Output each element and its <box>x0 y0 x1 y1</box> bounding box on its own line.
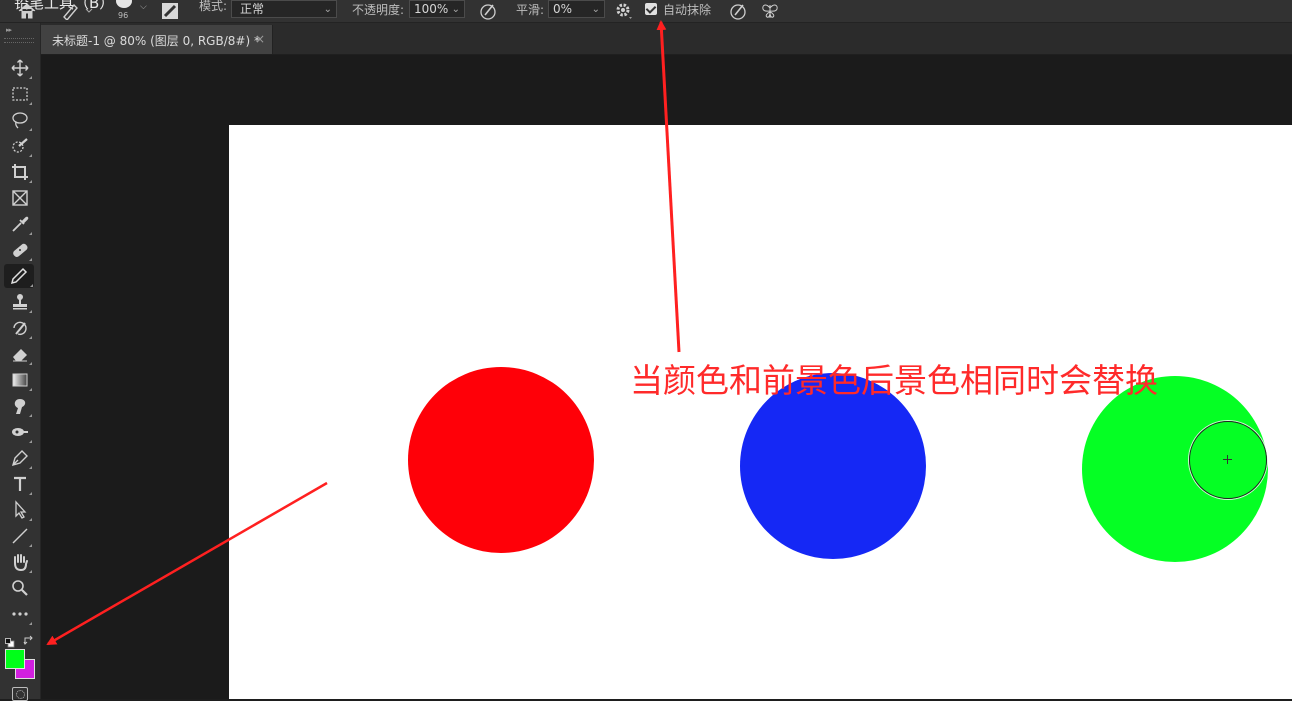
zoom-tool[interactable] <box>7 576 33 600</box>
crop-tool[interactable] <box>7 160 33 184</box>
color-swatches <box>3 631 37 681</box>
brush-settings-icon[interactable] <box>160 1 180 21</box>
pencil-tool[interactable] <box>4 264 34 288</box>
opacity-input[interactable]: 100% ⌄ <box>409 0 465 18</box>
pressure-opacity-icon[interactable] <box>478 1 498 21</box>
smoothing-input[interactable]: 0% ⌄ <box>548 0 605 18</box>
smoothing-value: 0% <box>553 2 573 16</box>
line-tool[interactable] <box>7 524 33 548</box>
eraser-tool[interactable] <box>7 342 33 366</box>
stamp-icon <box>13 294 27 310</box>
dodge-tool[interactable] <box>7 420 33 444</box>
brush-tip-icon <box>116 0 132 8</box>
close-icon[interactable]: × <box>255 32 265 46</box>
collapse-panel-icon[interactable]: ▸▸ <box>6 26 12 34</box>
quick-select-icon <box>12 138 28 153</box>
document-tab-bar: 未标题-1 @ 80% (图层 0, RGB/8#) * × <box>41 23 1292 55</box>
bandage-icon <box>13 243 28 257</box>
tools-panel: ▸▸ <box>0 23 41 701</box>
auto-erase-label: 自动抹除 <box>663 3 712 17</box>
history-brush-tool[interactable] <box>7 316 33 340</box>
more-tools[interactable] <box>7 602 33 626</box>
frame-tool[interactable] <box>7 186 33 210</box>
hand-tool[interactable] <box>7 550 33 574</box>
auto-erase-checkbox[interactable] <box>645 3 657 15</box>
zoom-icon <box>12 580 28 596</box>
opacity-label: 不透明度: <box>352 3 405 17</box>
quick-select-tool[interactable] <box>7 134 33 158</box>
marquee-icon <box>12 87 28 101</box>
mode-select[interactable]: 正常 ⌄ <box>231 0 337 18</box>
eraser-icon <box>13 349 27 362</box>
smoothing-label: 平滑: <box>516 3 545 17</box>
gradient-icon <box>12 373 28 387</box>
brush-size-picker[interactable]: 96 ⌵ <box>108 0 152 22</box>
home-icon[interactable] <box>17 2 37 20</box>
dodge-icon <box>12 428 28 436</box>
eyedropper-tool[interactable] <box>7 212 33 236</box>
chevron-down-icon: ⌄ <box>451 4 460 15</box>
ellipsis-icon <box>12 612 28 616</box>
default-colors-icon[interactable] <box>5 633 15 648</box>
gear-icon[interactable] <box>614 1 634 21</box>
line-icon <box>12 528 28 544</box>
smudge-icon <box>14 399 26 414</box>
brush-cursor <box>1189 421 1267 499</box>
move-tool[interactable] <box>7 56 33 80</box>
document-canvas[interactable] <box>229 125 1292 699</box>
type-icon <box>14 476 26 491</box>
symmetry-butterfly-icon[interactable] <box>760 1 780 21</box>
history-brush-icon <box>13 321 27 336</box>
crosshair-icon <box>1223 455 1232 464</box>
lasso-icon <box>12 112 28 129</box>
brush-size-value: 96 <box>118 11 129 20</box>
crop-icon <box>12 164 28 180</box>
pencil-icon <box>10 267 28 285</box>
foreground-color-swatch[interactable] <box>5 649 25 669</box>
lasso-tool[interactable] <box>7 108 33 132</box>
pen-tool[interactable] <box>7 446 33 470</box>
red-circle <box>408 367 594 553</box>
panel-grip[interactable] <box>4 38 34 43</box>
healing-brush-tool[interactable] <box>7 238 33 262</box>
document-tab-title: 未标题-1 @ 80% (图层 0, RGB/8#) * <box>52 34 260 48</box>
move-icon <box>11 59 29 77</box>
pressure-size-icon[interactable] <box>728 1 748 21</box>
mode-value: 正常 <box>240 2 265 16</box>
tool-preset-picker[interactable] <box>60 2 94 22</box>
document-tab[interactable]: 未标题-1 @ 80% (图层 0, RGB/8#) * × <box>41 25 273 54</box>
clone-stamp-tool[interactable] <box>7 290 33 314</box>
marquee-tool[interactable] <box>7 82 33 106</box>
annotation-text: 当颜色和前景色后景色相同时会替换 <box>630 361 1158 400</box>
options-bar: 铅笔工具（B） 96 ⌵ 模式: 正常 ⌄ 不透明度: 100% ⌄ 平滑: 0… <box>0 0 1292 23</box>
pen-icon <box>11 450 28 467</box>
chevron-down-icon: ⌄ <box>323 4 332 15</box>
type-tool[interactable] <box>7 472 33 496</box>
smudge-tool[interactable] <box>7 394 33 418</box>
swap-colors-icon[interactable] <box>23 632 35 645</box>
eyedropper-icon <box>12 216 29 232</box>
arrow-icon <box>15 500 27 519</box>
opacity-value: 100% <box>414 2 449 16</box>
chevron-down-icon: ⌄ <box>591 4 600 15</box>
mode-label: 模式: <box>199 0 228 13</box>
chevron-down-icon: ⌵ <box>140 2 147 12</box>
hand-icon <box>14 554 28 572</box>
path-select-tool[interactable] <box>7 498 33 522</box>
gradient-tool[interactable] <box>7 368 33 392</box>
frame-icon <box>12 190 28 206</box>
